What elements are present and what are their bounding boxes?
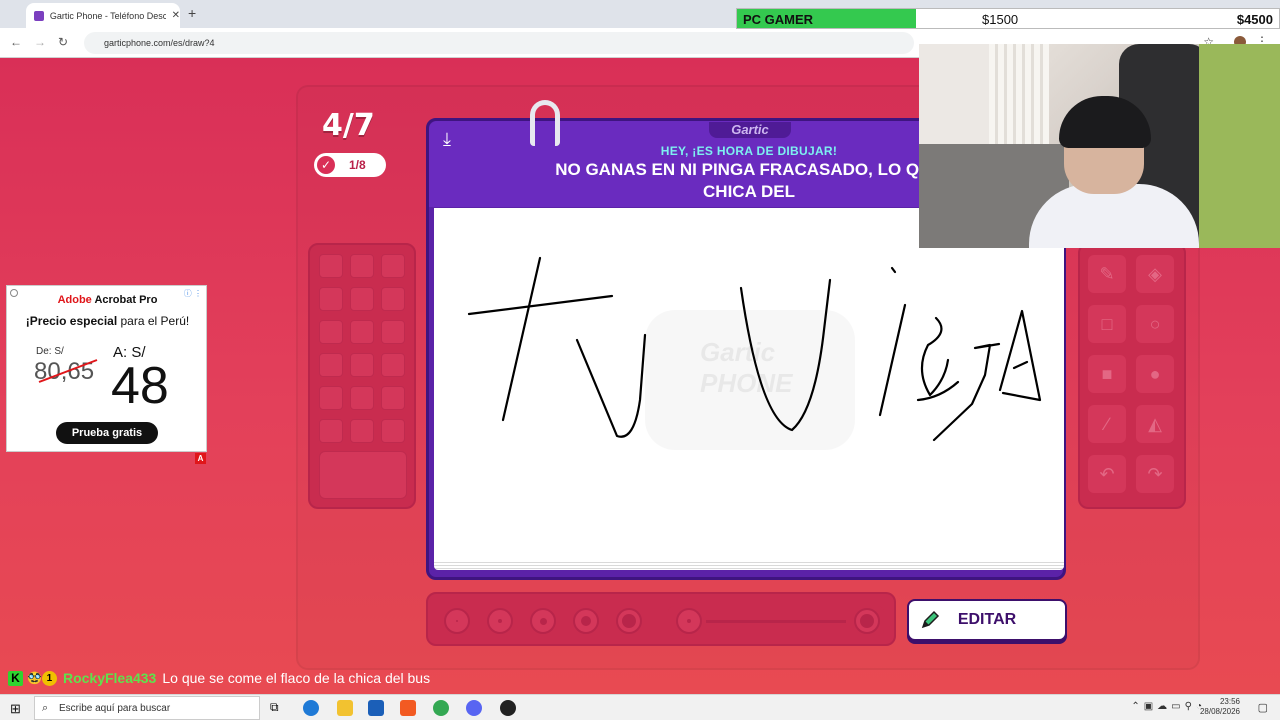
ad-brand-product: Acrobat Pro: [91, 294, 158, 306]
brave-icon[interactable]: [400, 700, 416, 716]
ad-strikethrough: [38, 359, 98, 383]
stroke-i-dot: [890, 266, 897, 274]
streamer-webcam: [919, 44, 1280, 248]
chat-username: RockyFlea433: [62, 670, 157, 686]
brush-size-bar: [426, 592, 896, 646]
ad-headline-bold: ¡Precio especial: [25, 314, 118, 328]
taskbar-search-placeholder: Escribe aquí para buscar: [59, 702, 171, 714]
pencil-icon: [921, 610, 940, 629]
ad-new-price: 48: [111, 357, 169, 415]
ad-badge: A: [195, 453, 206, 464]
edge-icon[interactable]: [303, 700, 319, 716]
adobe-ad[interactable]: ⓘ ⋮ Adobe Acrobat Pro ¡Precio especial p…: [6, 285, 207, 452]
ad-headline-rest: para el Perú!: [117, 314, 190, 328]
taskbar-clock[interactable]: 23:56 28/08/2026: [1200, 697, 1240, 717]
system-tray-icons[interactable]: ⌃▣☁▭⚲◔: [1131, 701, 1206, 712]
opacity-track[interactable]: [706, 620, 846, 623]
windows-start-icon[interactable]: ⊞: [10, 701, 21, 717]
opacity-min-knob[interactable]: [676, 608, 702, 634]
opacity-slider[interactable]: [668, 606, 884, 636]
discord-icon[interactable]: [466, 700, 482, 716]
store-icon[interactable]: [368, 700, 384, 716]
obs-icon[interactable]: [500, 700, 516, 716]
stroke-e: [916, 316, 1001, 442]
search-icon: ⌕: [42, 702, 49, 714]
edit-button-label: EDITAR: [957, 611, 1017, 628]
chrome-icon[interactable]: [433, 700, 449, 716]
stroke-v2: [739, 278, 832, 432]
clock-time: 23:56: [1219, 697, 1240, 706]
chat-badge: 1: [41, 670, 57, 686]
stroke-t-bar: [467, 294, 614, 316]
opacity-max-knob[interactable]: [854, 608, 880, 634]
edit-button[interactable]: EDITAR: [907, 599, 1067, 641]
windows-taskbar: ⊞ ⌕ Escribe aquí para buscar ⧉ ⌃▣☁▭⚲◔ 23…: [0, 694, 1280, 720]
kick-logo-icon: K: [8, 670, 23, 686]
stroke-a: [998, 309, 1042, 402]
stroke-i: [878, 303, 907, 417]
brush-size-3[interactable]: [530, 608, 556, 634]
brush-size-4[interactable]: [573, 608, 599, 634]
task-view-icon[interactable]: ⧉: [270, 700, 286, 716]
brush-size-1[interactable]: [444, 608, 470, 634]
stroke-v1: [575, 333, 647, 438]
brush-size-2[interactable]: [487, 608, 513, 634]
stroke-t-stem: [501, 256, 542, 422]
file-explorer-icon[interactable]: [337, 700, 353, 716]
taskbar-search[interactable]: ⌕ Escribe aquí para buscar: [34, 696, 260, 720]
chat-message: K 🥸 1 RockyFlea433 Lo que se come el fla…: [8, 668, 430, 688]
ad-brand-adobe: Adobe: [57, 294, 92, 306]
emote-icon: 🥸: [27, 671, 42, 685]
chat-text: Lo que se come el flaco de la chica del …: [162, 670, 431, 686]
ad-brand: Adobe Acrobat Pro: [7, 294, 208, 306]
brush-size-5[interactable]: [616, 608, 642, 634]
clock-date: 28/08/2026: [1199, 707, 1240, 716]
ad-cta-button[interactable]: Prueba gratis: [56, 422, 158, 444]
ad-headline: ¡Precio especial para el Perú!: [7, 314, 208, 328]
webcam-green-wall: [1199, 44, 1280, 248]
notifications-icon[interactable]: ▢: [1258, 701, 1268, 714]
